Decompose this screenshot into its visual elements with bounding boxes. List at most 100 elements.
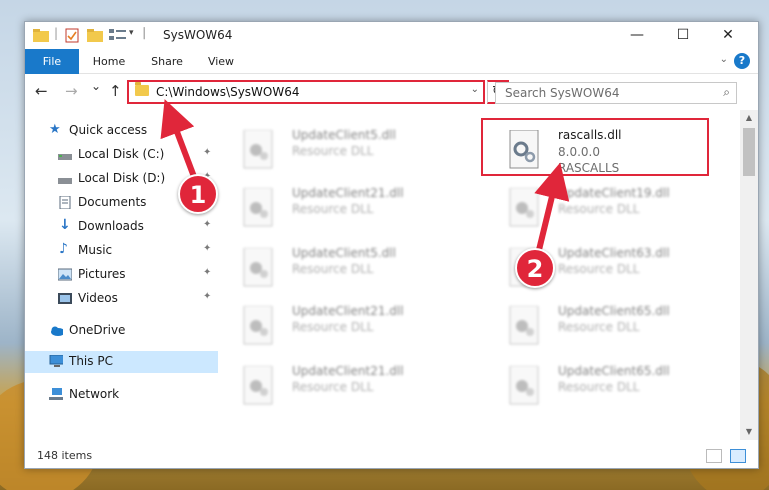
- sidebar-item-this-pc[interactable]: This PC: [25, 351, 218, 373]
- dll-file-icon: [243, 188, 273, 227]
- pictures-icon: [58, 268, 72, 281]
- list-item[interactable]: UpdateClient5.dll Resource DLL: [242, 242, 462, 296]
- step-badge-2: 2: [515, 248, 555, 288]
- minimize-button[interactable]: —: [622, 25, 652, 45]
- scroll-thumb[interactable]: [743, 128, 755, 176]
- address-path[interactable]: C:\Windows\SysWOW64: [156, 85, 300, 99]
- dll-file-icon: [243, 306, 273, 345]
- item-count: 148 items: [37, 449, 93, 462]
- properties-icon[interactable]: [65, 28, 79, 43]
- new-folder-icon[interactable]: [87, 28, 103, 42]
- list-item[interactable]: UpdateClient21.dll Resource DLL: [242, 300, 462, 354]
- file-name: UpdateClient65.dll: [558, 304, 670, 318]
- tab-view[interactable]: View: [199, 49, 243, 74]
- chevron-down-icon[interactable]: ⌄: [471, 84, 479, 95]
- sidebar-item-local-disk-c[interactable]: Local Disk (C:) ✦: [25, 144, 218, 166]
- file-list: UpdateClient5.dll Resource DLL UpdateCli…: [218, 110, 736, 440]
- file-name: UpdateClient21.dll: [292, 304, 404, 318]
- star-icon: ★: [49, 122, 61, 137]
- forward-button[interactable]: →: [65, 82, 78, 100]
- status-bar: 148 items: [25, 444, 758, 468]
- drive-icon: [58, 154, 72, 160]
- folder-icon: [135, 82, 149, 96]
- file-type: Resource DLL: [558, 380, 640, 394]
- file-type: Resource DLL: [558, 320, 640, 334]
- sidebar-item-label: Local Disk (D:): [78, 171, 166, 185]
- sidebar-item-label: Local Disk (C:): [78, 147, 165, 161]
- list-item[interactable]: UpdateClient21.dll Resource DLL: [242, 360, 462, 414]
- pin-icon: ✦: [203, 147, 212, 158]
- recent-locations-button[interactable]: ⌄: [91, 79, 101, 93]
- explorer-window: | ▾ ⏐ SysWOW64 — ☐ ✕ File Home Share Vie…: [24, 21, 759, 469]
- file-type: Resource DLL: [558, 202, 640, 216]
- tab-file[interactable]: File: [25, 49, 79, 74]
- pin-icon: ✦: [203, 291, 212, 302]
- sidebar-item-label: Quick access: [69, 123, 148, 137]
- sidebar-item-music[interactable]: ♪ Music ✦: [25, 240, 218, 262]
- customize-toolbar-icon[interactable]: ▾: [129, 28, 134, 38]
- view-options-icon[interactable]: [109, 28, 127, 42]
- search-placeholder: Search SysWOW64: [505, 86, 620, 100]
- dll-file-icon: [243, 366, 273, 405]
- sidebar-item-label: Network: [69, 387, 120, 401]
- scroll-up-icon[interactable]: ▲: [740, 110, 758, 126]
- videos-icon: [58, 293, 72, 304]
- sidebar-item-videos[interactable]: Videos ✦: [25, 288, 218, 310]
- search-icon: ⌕: [723, 85, 730, 99]
- expand-ribbon-icon[interactable]: ⌄: [720, 54, 728, 65]
- search-input[interactable]: Search SysWOW64 ⌕: [495, 82, 737, 104]
- sidebar-item-pictures[interactable]: Pictures ✦: [25, 264, 218, 286]
- tab-share[interactable]: Share: [145, 49, 189, 74]
- file-name: UpdateClient5.dll: [292, 246, 396, 260]
- sidebar-item-label: Music: [78, 243, 113, 257]
- pin-icon: ✦: [203, 219, 212, 230]
- scroll-down-icon[interactable]: ▼: [740, 424, 758, 440]
- close-button[interactable]: ✕: [713, 25, 743, 45]
- details-view-icon[interactable]: [706, 449, 722, 463]
- dll-file-icon: [509, 188, 539, 227]
- file-type: Resource DLL: [292, 202, 374, 216]
- list-item[interactable]: UpdateClient5.dll Resource DLL: [242, 124, 462, 178]
- sidebar-item-label: Pictures: [78, 267, 126, 281]
- window-title: SysWOW64: [163, 28, 233, 42]
- address-bar[interactable]: C:\Windows\SysWOW64 ⌄: [127, 80, 485, 104]
- up-button[interactable]: ↑: [109, 82, 122, 100]
- pin-icon: ✦: [203, 243, 212, 254]
- help-button[interactable]: ?: [734, 53, 750, 69]
- sidebar-item-quick-access[interactable]: ★ Quick access: [25, 120, 218, 142]
- file-type: Resource DLL: [292, 380, 374, 394]
- list-item[interactable]: UpdateClient65.dll Resource DLL: [508, 360, 728, 414]
- dll-file-icon: [243, 130, 273, 169]
- navigation-pane: ★ Quick access Local Disk (C:) ✦ Local D…: [25, 116, 218, 440]
- file-type: Resource DLL: [558, 262, 640, 276]
- file-name: UpdateClient65.dll: [558, 364, 670, 378]
- pin-icon: ✦: [203, 267, 212, 278]
- dll-file-icon: [509, 306, 539, 345]
- sidebar-item-network[interactable]: Network: [25, 384, 218, 406]
- dll-file-icon: [243, 248, 273, 287]
- tab-home[interactable]: Home: [87, 49, 131, 74]
- file-type: Resource DLL: [292, 320, 374, 334]
- sidebar-item-label: Videos: [78, 291, 118, 305]
- step-badge-1: 1: [178, 174, 218, 214]
- tiles-view-icon[interactable]: [730, 449, 746, 463]
- sidebar-item-label: OneDrive: [69, 323, 126, 337]
- file-type: Resource DLL: [292, 144, 374, 158]
- network-icon: [49, 388, 63, 400]
- dll-file-icon: [509, 366, 539, 405]
- navigation-bar: ← → ⌄ ↑ C:\Windows\SysWOW64 ⌄ ↻ Search S…: [25, 74, 758, 110]
- sidebar-item-downloads[interactable]: ↓ Downloads ✦: [25, 216, 218, 238]
- list-item[interactable]: UpdateClient65.dll Resource DLL: [508, 300, 728, 354]
- list-item[interactable]: UpdateClient19.dll Resource DLL: [508, 182, 728, 236]
- file-name: UpdateClient5.dll: [292, 128, 396, 142]
- maximize-button[interactable]: ☐: [668, 25, 698, 45]
- documents-icon: [59, 196, 71, 209]
- cloud-icon: [51, 326, 63, 336]
- vertical-scrollbar[interactable]: ▲ ▼: [740, 110, 758, 440]
- sidebar-item-label: This PC: [69, 354, 113, 368]
- list-item[interactable]: UpdateClient21.dll Resource DLL: [242, 182, 462, 236]
- sidebar-item-label: Documents: [78, 195, 147, 209]
- sidebar-item-onedrive[interactable]: OneDrive: [25, 320, 218, 342]
- sidebar-item-label: Downloads: [78, 219, 144, 233]
- back-button[interactable]: ←: [35, 82, 48, 100]
